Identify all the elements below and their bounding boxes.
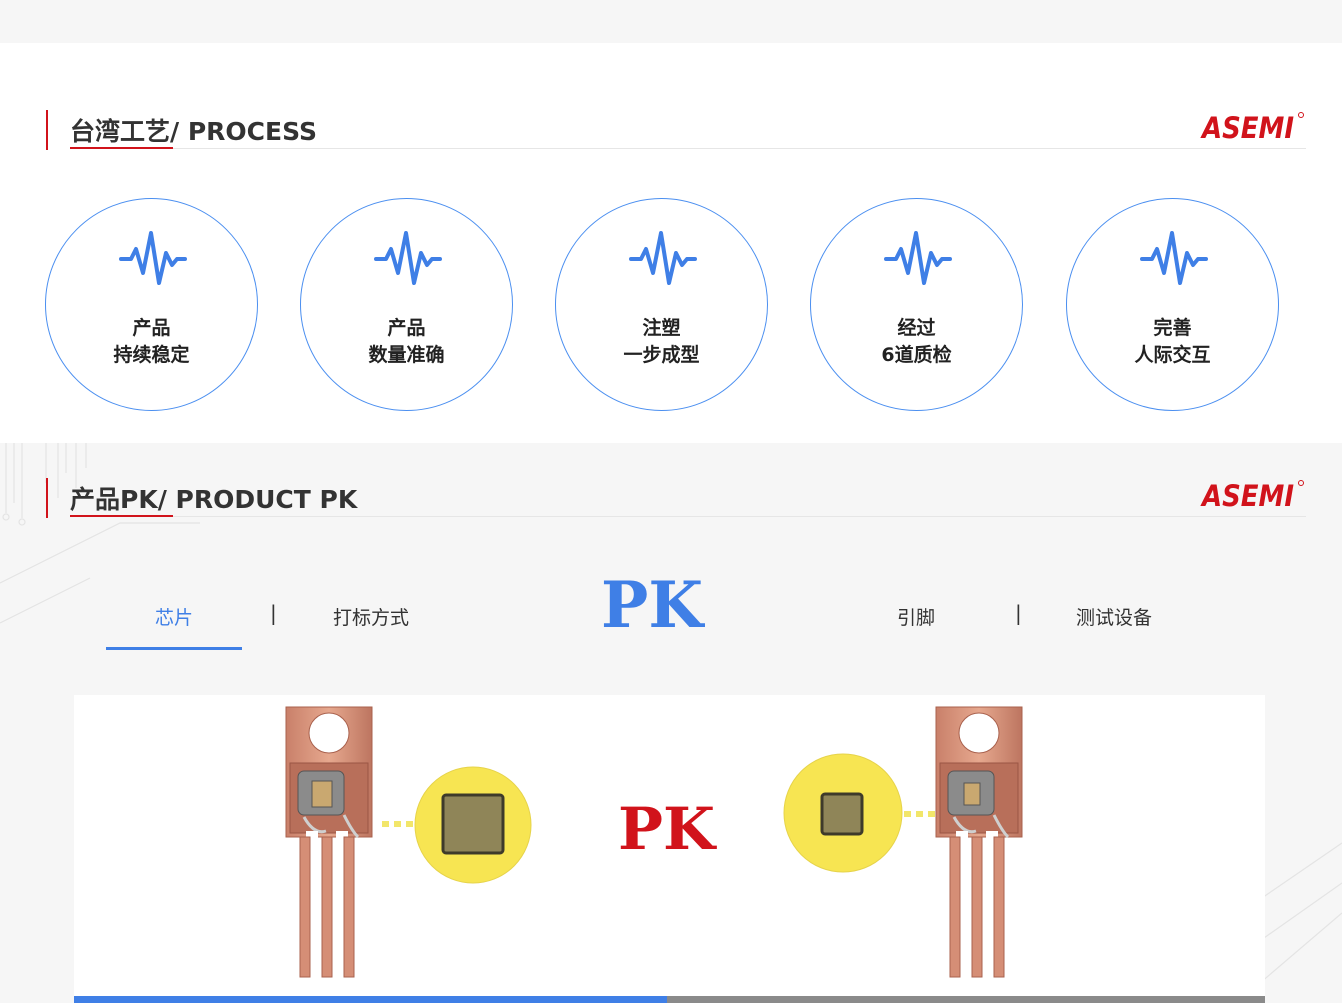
heartbeat-wave-icon [1140, 231, 1208, 285]
process-item-line2: 一步成型 [623, 344, 700, 366]
process-title: 台湾工艺/ PROCESS [70, 117, 317, 146]
left-connector-dashes [382, 821, 413, 827]
process-item-line1: 经过 [897, 317, 936, 339]
header-underline [70, 515, 173, 517]
tab-chip[interactable]: 芯片 [155, 603, 193, 630]
heartbeat-wave-icon [374, 231, 442, 285]
process-item-line2: 持续稳定 [113, 344, 190, 366]
process-item-line1: 完善 [1153, 317, 1192, 339]
process-item-inspection: 经过 6道质检 [810, 198, 1023, 411]
process-item-line2: 人际交互 [1134, 344, 1211, 366]
tab-separator: | [270, 601, 277, 625]
process-item-molding: 注塑 一步成型 [555, 198, 768, 411]
process-item-line1: 注塑 [642, 317, 681, 339]
header-underline [70, 147, 173, 149]
process-header: 台湾工艺/ PROCESS ASEMI [46, 110, 1306, 152]
svg-text:ASEMI: ASEMI [1200, 479, 1294, 510]
top-band [0, 0, 1342, 43]
panel-pk-text: PK [618, 795, 718, 863]
left-chip-zoom [414, 766, 532, 884]
slider-progress-track[interactable] [667, 996, 1265, 1003]
header-accent-bar [46, 110, 48, 150]
process-item-line1: 产品 [387, 317, 426, 339]
process-item-interaction: 完善 人际交互 [1066, 198, 1279, 411]
process-item-line2: 数量准确 [368, 344, 445, 366]
tab-marking[interactable]: 打标方式 [333, 603, 409, 630]
heartbeat-wave-icon [884, 231, 952, 285]
chip-comparison-image: PK [285, 706, 1023, 978]
right-chip-zoom [783, 753, 903, 873]
tab-separator: | [1015, 601, 1022, 625]
header-accent-bar [46, 478, 48, 518]
left-transistor [285, 706, 373, 978]
process-item-line1: 产品 [132, 317, 171, 339]
heartbeat-wave-icon [119, 231, 187, 285]
pk-heading: PK [601, 569, 705, 639]
svg-text:ASEMI: ASEMI [1200, 111, 1294, 142]
pk-header: 产品PK/ PRODUCT PK ASEMI [46, 478, 1306, 520]
right-connector-dashes [904, 811, 935, 817]
tab-pins[interactable]: 引脚 [897, 603, 935, 630]
product-pk-section: 产品PK/ PRODUCT PK ASEMI 芯片 | 打标方式 PK 引脚 |… [0, 443, 1342, 1003]
slider-progress-active[interactable] [74, 996, 667, 1003]
heartbeat-wave-icon [629, 231, 697, 285]
right-transistor [935, 706, 1023, 978]
process-item-accurate: 产品 数量准确 [300, 198, 513, 411]
chip-comparison-panel: PK [74, 695, 1265, 1003]
header-divider [70, 516, 1306, 517]
svg-text:PK: PK [601, 569, 705, 639]
asemi-logo: ASEMI [1200, 479, 1304, 510]
active-tab-underline [106, 647, 242, 650]
process-item-line2: 6道质检 [881, 344, 952, 366]
process-section: 台湾工艺/ PROCESS ASEMI 产品 持续稳定 产品 数量准确 注塑 一… [0, 43, 1342, 443]
tab-testing[interactable]: 测试设备 [1076, 603, 1152, 630]
asemi-logo: ASEMI [1200, 111, 1304, 142]
process-item-stable: 产品 持续稳定 [45, 198, 258, 411]
header-divider [70, 148, 1306, 149]
pk-title: 产品PK/ PRODUCT PK [70, 485, 358, 514]
